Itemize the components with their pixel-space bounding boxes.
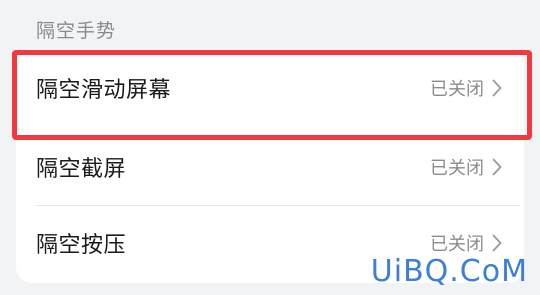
setting-status: 已关闭 xyxy=(430,157,484,179)
section-title: 隔空手势 xyxy=(36,20,117,42)
setting-label: 隔空滑动屏幕 xyxy=(36,78,172,103)
setting-label: 隔空截屏 xyxy=(36,156,127,182)
setting-status: 已关闭 xyxy=(430,79,484,100)
chevron-right-icon xyxy=(492,234,502,252)
gesture-settings-card: 隔空滑动屏幕 已关闭 隔空截屏 已关闭 隔空按压 已关闭 xyxy=(16,49,524,283)
setting-row-air-swipe[interactable]: 隔空滑动屏幕 已关闭 xyxy=(16,49,524,127)
chevron-right-icon xyxy=(492,158,502,176)
chevron-right-icon xyxy=(492,79,502,97)
setting-status: 已关闭 xyxy=(430,233,484,255)
setting-row-air-screenshot[interactable]: 隔空截屏 已关闭 xyxy=(16,129,524,204)
watermark-text: UiBQ.CoM xyxy=(370,254,528,289)
